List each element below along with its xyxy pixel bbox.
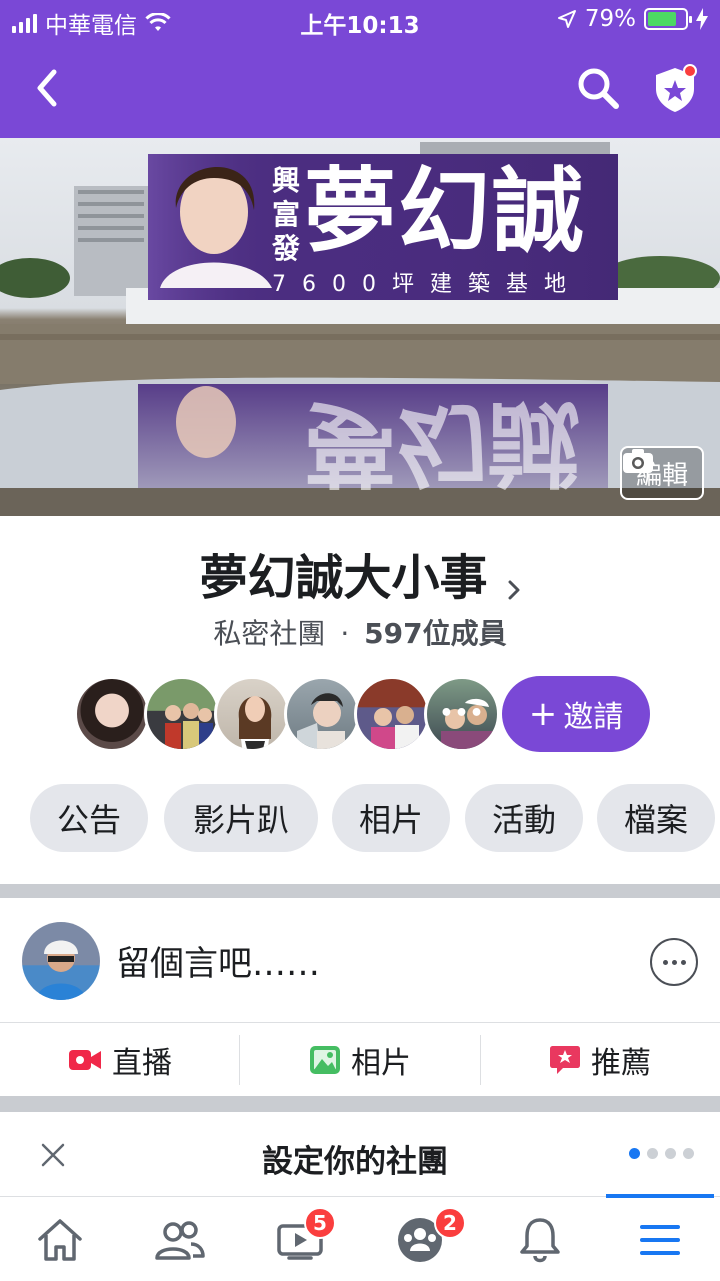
invite-label: 邀請 — [563, 700, 624, 735]
section-divider — [0, 1096, 720, 1112]
menu-icon — [640, 1224, 680, 1255]
admin-tools-button[interactable] — [650, 62, 700, 114]
chip-label: 相片 — [358, 801, 423, 839]
home-icon — [38, 1218, 82, 1261]
member-avatar[interactable] — [144, 676, 220, 752]
recommend-label: 推薦 — [591, 1046, 651, 1081]
setup-pager — [629, 1148, 694, 1159]
group-setup-banner: 設定你的社團 — [0, 1112, 720, 1196]
member-avatar[interactable] — [284, 676, 360, 752]
plus-icon: + — [528, 694, 558, 734]
group-sections: 公告 影片趴 相片 活動 檔案 — [30, 784, 720, 852]
group-meta: 私密社團 · 597位成員 — [0, 612, 720, 652]
member-avatar-more[interactable]: ••• — [424, 676, 500, 752]
pager-dot — [683, 1148, 694, 1159]
avatar-photo — [36, 940, 86, 1000]
more-members-indicator: ••• — [439, 701, 485, 726]
bottom-tab-bar: 5 2 — [0, 1194, 720, 1281]
tab-watch[interactable]: 5 — [240, 1197, 360, 1281]
photo-label: 相片 — [351, 1046, 411, 1081]
watch-badge: 5 — [304, 1207, 336, 1239]
charging-bolt-icon — [696, 8, 708, 30]
pager-dot — [665, 1148, 676, 1159]
camera-icon — [622, 449, 653, 473]
avatar-photo — [238, 696, 272, 749]
live-video-button[interactable]: 直播 — [0, 1023, 240, 1097]
setup-title: 設定你的社團 — [262, 1144, 448, 1180]
section-divider — [0, 884, 720, 898]
group-privacy: 私密社團 — [213, 617, 326, 650]
pager-dot — [647, 1148, 658, 1159]
avatar-photo — [297, 693, 345, 749]
live-video-label: 直播 — [112, 1046, 172, 1081]
battery-icon — [644, 8, 692, 30]
search-button[interactable] — [576, 66, 620, 110]
user-avatar[interactable] — [22, 922, 100, 1000]
more-options-button[interactable] — [650, 938, 698, 986]
admin-shield-icon — [656, 64, 697, 112]
invite-button[interactable]: + 邀請 — [502, 676, 650, 752]
chip-video-party[interactable]: 影片趴 — [164, 784, 318, 852]
chip-events[interactable]: 活動 — [465, 784, 583, 852]
billboard-subtitle: 7600坪建築基地 — [272, 272, 582, 297]
billboard-brand: 興富發 — [272, 164, 301, 265]
post-actions-bar: 直播 相片 推薦 — [0, 1022, 720, 1096]
location-arrow-icon — [557, 10, 576, 28]
recommend-icon — [550, 1046, 580, 1074]
chevron-right-icon — [508, 580, 520, 599]
chip-label: 檔案 — [623, 801, 688, 839]
billboard-reflection: 夢幻誠 — [304, 389, 581, 496]
member-avatar[interactable] — [214, 676, 290, 752]
notification-dot — [683, 64, 697, 78]
post-composer-input[interactable]: 留個言吧…… — [116, 936, 320, 985]
chip-label: 影片趴 — [192, 801, 289, 839]
chip-label: 活動 — [491, 801, 556, 839]
recommend-button[interactable]: 推薦 — [480, 1023, 720, 1097]
search-icon — [578, 68, 619, 109]
group-member-count: 597位成員 — [364, 617, 507, 650]
chip-photos[interactable]: 相片 — [332, 784, 450, 852]
member-avatar[interactable] — [354, 676, 430, 752]
battery-level — [648, 12, 677, 26]
photo-icon — [310, 1046, 340, 1074]
photo-button[interactable]: 相片 — [240, 1023, 480, 1097]
bell-icon — [520, 1217, 560, 1262]
cover-photo[interactable]: 興富發 夢幻誠 7600坪建築基地 夢幻誠 編輯 — [0, 138, 720, 516]
tab-notifications[interactable] — [480, 1197, 600, 1281]
group-name: 夢幻誠大小事 — [199, 550, 488, 606]
chip-files[interactable]: 檔案 — [597, 784, 715, 852]
battery-percent: 79% — [584, 6, 636, 32]
group-title-row[interactable]: 夢幻誠大小事 — [0, 538, 720, 608]
status-bar: 中華電信 上午10:13 79% — [0, 0, 720, 40]
chip-label: 公告 — [56, 801, 121, 839]
chip-announcements[interactable]: 公告 — [30, 784, 148, 852]
meta-separator: · — [340, 617, 350, 650]
tab-groups[interactable]: 2 — [360, 1197, 480, 1281]
tab-friends[interactable] — [120, 1197, 240, 1281]
chevron-left-icon — [37, 69, 57, 107]
avatar-photo — [165, 703, 213, 749]
live-video-icon — [69, 1050, 101, 1070]
member-avatar[interactable] — [74, 676, 150, 752]
tab-home[interactable] — [0, 1197, 120, 1281]
back-button[interactable] — [28, 66, 68, 110]
groups-badge: 2 — [434, 1207, 466, 1239]
avatar-photo — [371, 706, 419, 749]
edit-cover-button[interactable]: 編輯 — [619, 446, 704, 500]
top-bar: 中華電信 上午10:13 79% — [0, 0, 720, 138]
status-right: 79% — [557, 6, 708, 32]
billboard-title: 夢幻誠 — [304, 158, 587, 265]
pager-dot — [629, 1148, 640, 1159]
friends-icon — [155, 1220, 205, 1260]
app-screen: 中華電信 上午10:13 79% 興富發 夢幻誠 7600坪建築基地 夢幻誠 編… — [0, 0, 720, 1281]
tab-menu[interactable] — [600, 1197, 720, 1281]
